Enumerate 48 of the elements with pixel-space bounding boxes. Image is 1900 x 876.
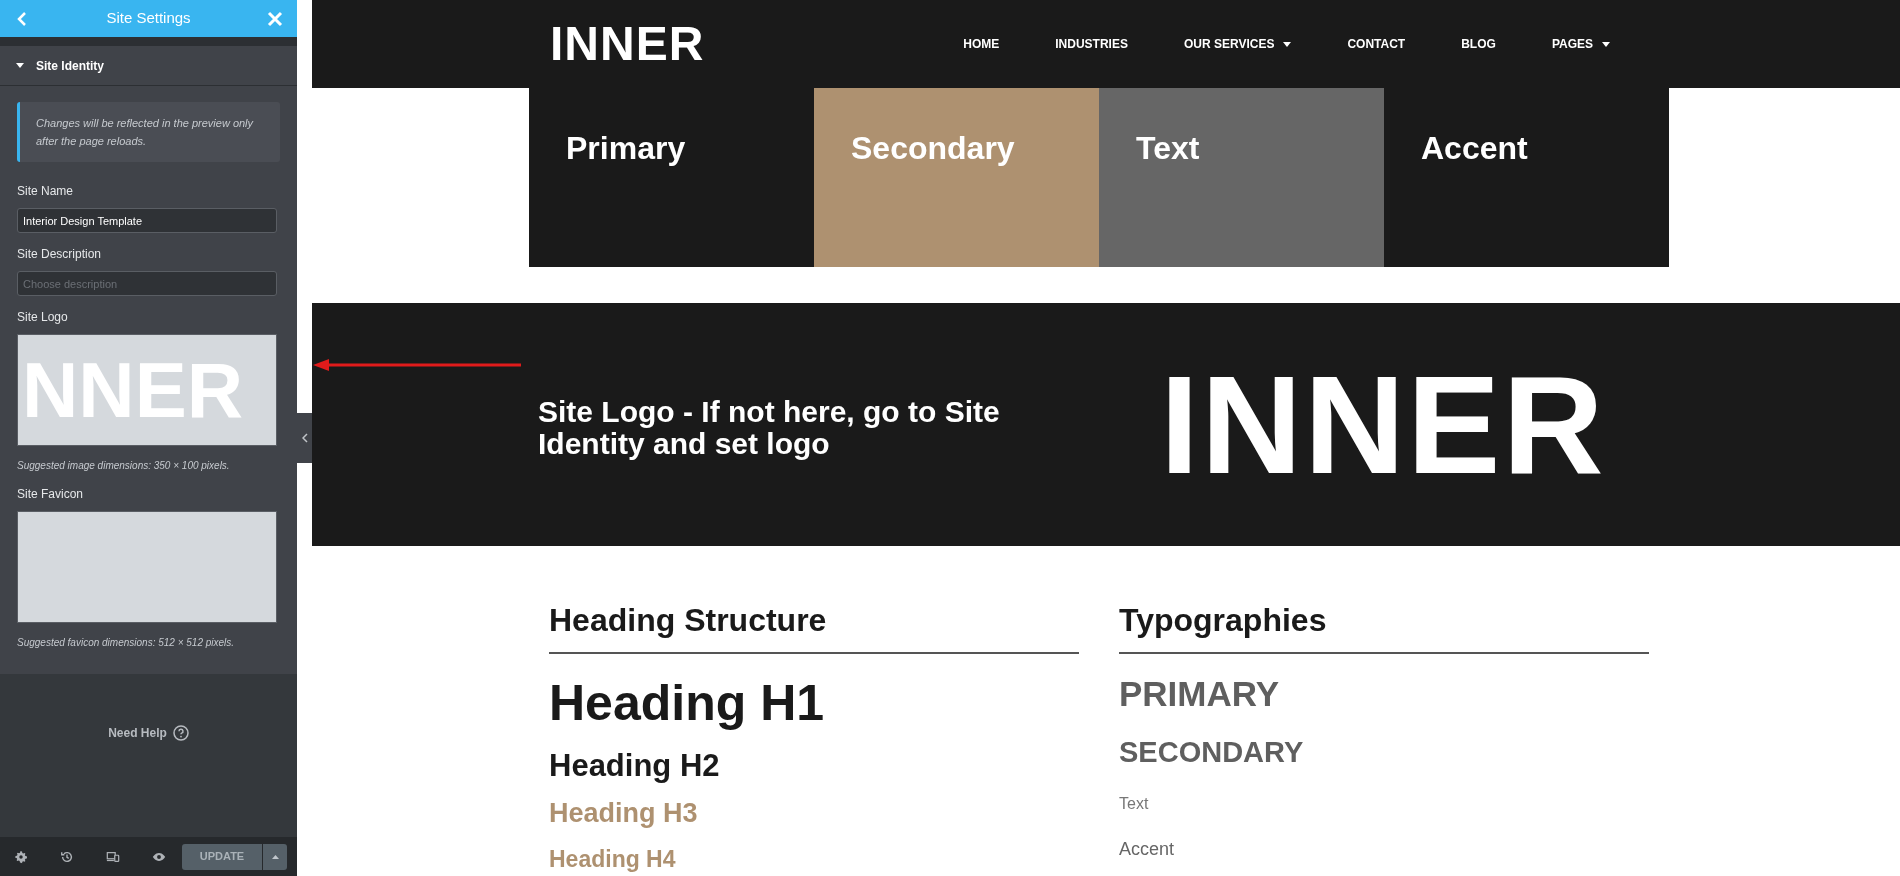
swatch-label: Accent <box>1421 129 1529 168</box>
help-link[interactable]: Need Help <box>108 724 189 742</box>
image-placeholder[interactable] <box>17 511 277 623</box>
help-icon <box>172 725 189 741</box>
swatch-label: Text <box>1136 129 1201 168</box>
sample-heading: Heading H4 <box>549 845 677 874</box>
section-title: Site Identity <box>36 57 104 75</box>
typography-sample: PRIMARY <box>1119 673 1281 715</box>
nav-link[interactable]: CONTACT <box>1347 35 1406 53</box>
sample-heading: Heading H3 <box>549 797 699 831</box>
field-label: Site Name <box>17 183 75 200</box>
column-heading: Typographies <box>1119 596 1649 654</box>
chevron-left-icon <box>301 433 308 443</box>
nav-link[interactable]: BLOG <box>1461 35 1496 53</box>
banner-text: Site Logo - If not here, go to Site Identity and set logo <box>538 395 1001 460</box>
panel-title: Site Settings <box>106 8 191 29</box>
settings-icon <box>14 849 28 864</box>
field-label: Site Favicon <box>17 486 85 503</box>
typography-sample: Text <box>1119 794 1150 814</box>
caret-up-icon <box>271 854 279 859</box>
column-heading: Heading Structure <box>549 596 1079 654</box>
field-label: Site Description <box>17 246 103 263</box>
banner-logo: INNER <box>1160 354 1606 495</box>
text-field[interactable]: Choose description <box>17 271 277 296</box>
hint-text: Suggested favicon dimensions: 512 × 512 pixels. <box>17 636 236 650</box>
notice-text: Changes will be reflected in the preview only after the page reloads. <box>36 116 255 149</box>
caret-down-icon <box>16 63 24 68</box>
collapse-handle[interactable] <box>297 413 312 463</box>
typography-sample: Accent <box>1119 838 1176 861</box>
sample-heading: Heading H2 <box>549 746 721 785</box>
history-icon <box>60 849 74 864</box>
nav-link[interactable]: PAGES <box>1551 35 1610 53</box>
swatch-label: Secondary <box>851 129 1016 168</box>
nav-link[interactable]: INDUSTRIES <box>1055 35 1128 53</box>
swatch-label: Primary <box>566 129 687 168</box>
nav-link[interactable]: OUR SERVICES <box>1183 35 1292 53</box>
update-options-button[interactable] <box>263 843 287 870</box>
sample-heading: Heading H1 <box>549 674 826 733</box>
nav-link[interactable]: HOME <box>963 35 1000 53</box>
close-icon <box>267 10 283 27</box>
responsive-icon <box>106 849 120 864</box>
chevron-left-icon <box>17 11 27 26</box>
hint-text: Suggested image dimensions: 350 × 100 pixels. <box>17 459 231 473</box>
site-logo[interactable]: INNER <box>550 20 705 68</box>
typography-sample: SECONDARY <box>1119 734 1305 770</box>
text-field[interactable]: Interior Design Template <box>17 208 277 233</box>
field-label: Site Logo <box>17 309 69 326</box>
settings-button[interactable] <box>13 848 29 865</box>
